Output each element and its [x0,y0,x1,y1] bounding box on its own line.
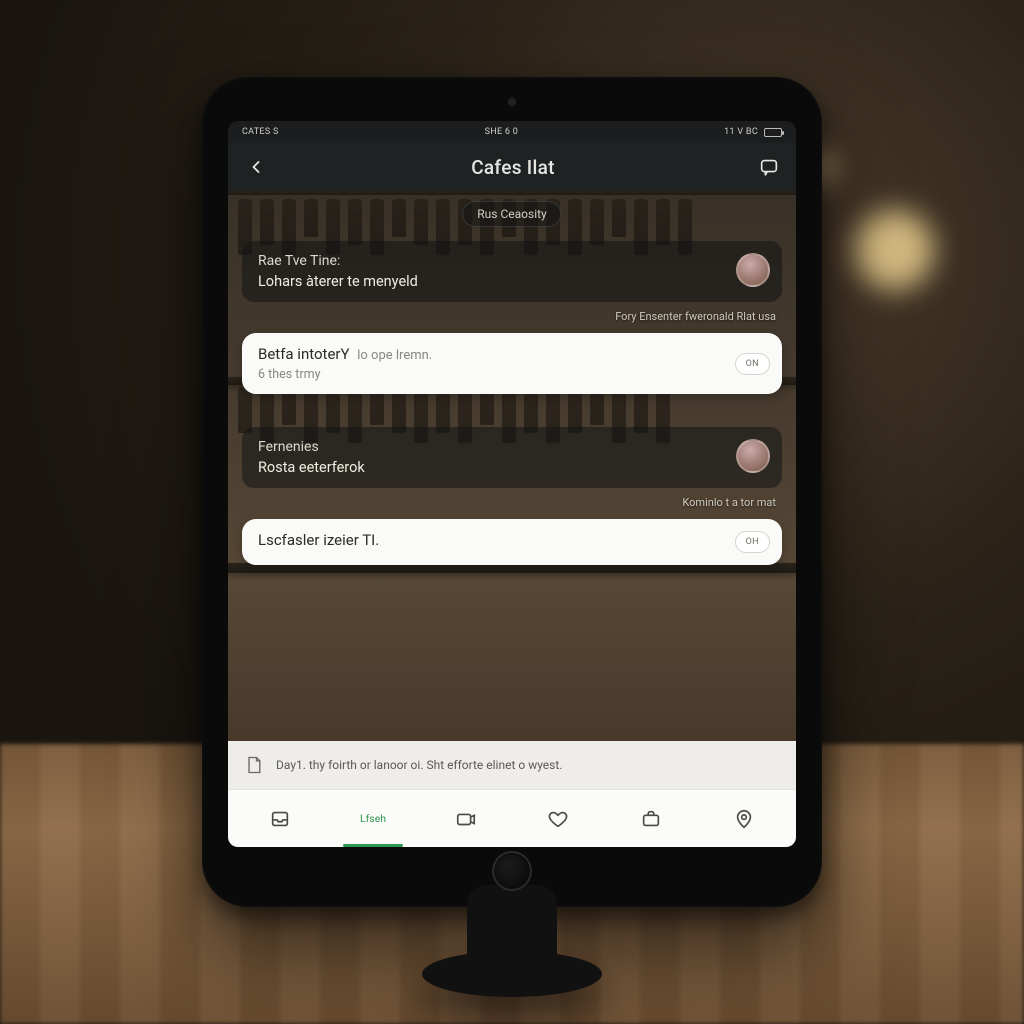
app-header: Cafes Ilat [228,143,796,191]
heart-icon [547,808,569,830]
status-bar: CATES S SHE 6 0 11 V BC [228,121,796,143]
briefcase-icon [640,808,662,830]
tablet-device: CATES S SHE 6 0 11 V BC Cafes Ilat [202,77,822,907]
message-text: Rosta eeterferok [258,459,722,476]
tablet-stand [422,951,602,997]
tab-inbox[interactable] [234,790,327,847]
reply-title: Betfa intoterY [258,345,350,363]
message-group: Fernenies Rosta eeterferok Kominlo t a t… [242,427,782,565]
message-group: Rae Tve Tine: Lohars àterer te menyeld F… [242,241,782,394]
tab-bar: Lfseh [228,789,796,847]
home-button[interactable] [492,851,532,891]
reply-card[interactable]: Lscfasler izeier TI. OH [242,519,782,565]
note-icon [244,755,264,775]
battery-icon [764,128,782,137]
incoming-message[interactable]: Rae Tve Tine: Lohars àterer te menyeld [242,241,782,302]
reply-title: Lscfasler izeier TI. [258,531,379,549]
avatar[interactable] [736,253,770,287]
message-caption: Kominlo t a tor mat [242,496,776,509]
sender-name: Rae Tve Tine: [258,253,722,269]
card-action-button[interactable]: ON [735,353,770,375]
reply-subtitle: lo ope lremn. [357,348,432,363]
status-time: 11 V BC [724,127,758,137]
status-carrier: CATES S [242,127,279,137]
camera-icon [455,808,477,830]
screen: CATES S SHE 6 0 11 V BC Cafes Ilat [228,121,796,847]
banner-text: Day1. thy foirth or lanoor oi. Sht effor… [276,758,562,772]
tab-feed[interactable]: Lfseh [327,790,420,847]
page-title: Cafes Ilat [471,156,555,179]
tab-favorites[interactable] [512,790,605,847]
back-button[interactable] [244,155,268,179]
info-banner: Day1. thy foirth or lanoor oi. Sht effor… [228,741,796,789]
sender-name: Fernenies [258,439,722,455]
reply-line2: 6 thes trmy [258,367,718,382]
avatar[interactable] [736,439,770,473]
message-caption: Fory Ensenter fweronald Rlat usa [242,310,776,323]
chat-bubble-icon [758,156,780,178]
tab-location[interactable] [697,790,790,847]
tab-camera[interactable] [419,790,512,847]
chat-action[interactable] [758,156,780,178]
incoming-message[interactable]: Fernenies Rosta eeterferok [242,427,782,488]
context-pill[interactable]: Rus Ceaosity [462,201,561,227]
message-text: Lohars àterer te menyeld [258,273,722,290]
tab-briefcase[interactable] [605,790,698,847]
front-camera [507,97,517,107]
reply-card[interactable]: Betfa intoterY lo ope lremn. 6 thes trmy… [242,333,782,394]
inbox-icon [269,808,291,830]
status-center: SHE 6 0 [485,127,519,137]
tab-label: Lfseh [360,812,386,825]
chevron-left-icon [246,157,266,177]
location-pin-icon [733,808,755,830]
chat-content: Rus Ceaosity Rae Tve Tine: Lohars àterer… [228,191,796,741]
card-action-button[interactable]: OH [735,531,770,553]
